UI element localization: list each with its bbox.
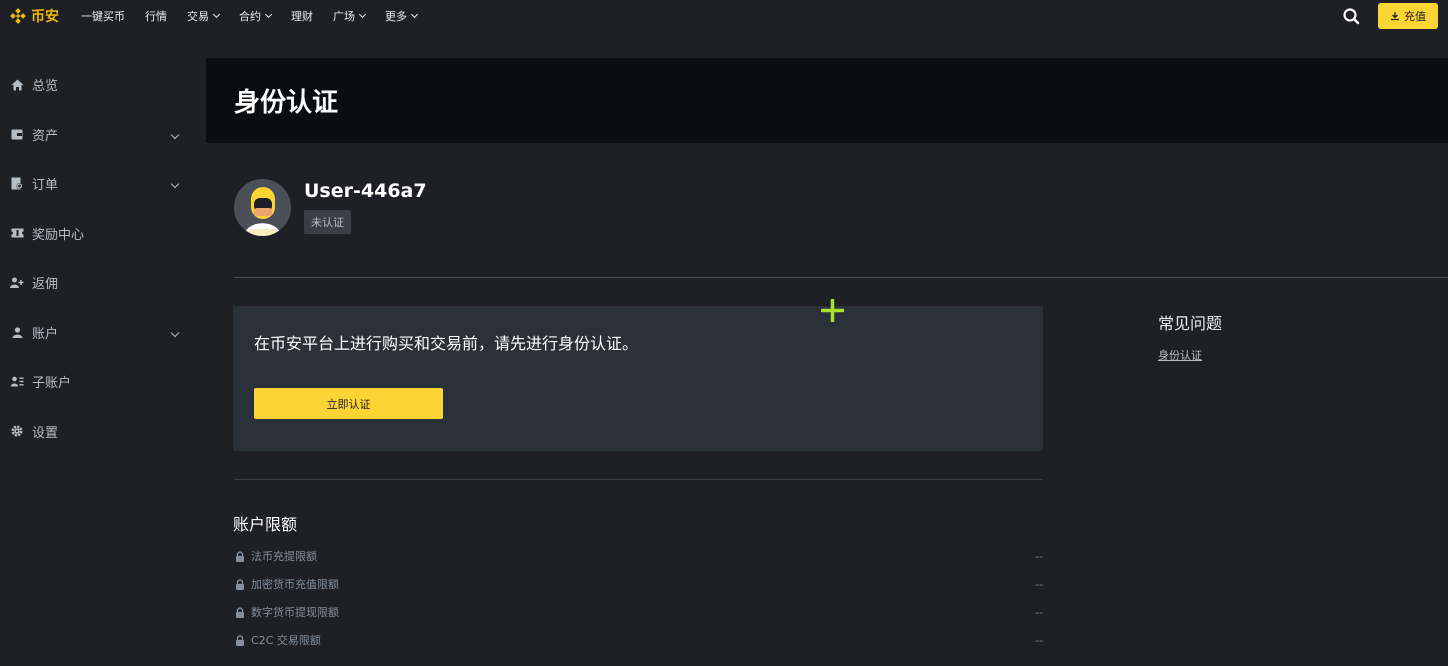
nav-item-buy-crypto[interactable]: 一键买币 — [81, 8, 125, 24]
nav-item-markets[interactable]: 行情 — [145, 8, 167, 24]
deposit-label: 充值 — [1404, 11, 1426, 23]
limit-label: C2C 交易限额 — [251, 634, 321, 647]
sidebar-item-label: 订单 — [32, 178, 59, 194]
sidebar: 总览 资产 订单 奖励中心 返佣 账户 子账户 设置 — [0, 60, 196, 456]
chevron-down-icon — [264, 10, 273, 19]
nav-item-label: 交易 — [187, 10, 209, 23]
limit-value: -- — [1035, 549, 1043, 563]
nav-item-earn[interactable]: 理财 — [291, 8, 313, 24]
binance-logo-icon — [10, 8, 26, 24]
sidebar-item-assets[interactable]: 资产 — [0, 110, 196, 160]
divider — [234, 479, 1043, 480]
chevron-down-icon — [358, 10, 367, 19]
gear-icon — [10, 424, 24, 438]
limit-label: 法币充提限额 — [251, 550, 317, 563]
chevron-down-icon[interactable] — [170, 130, 180, 139]
avatar — [234, 179, 291, 236]
nav-item-trade[interactable]: 交易 — [187, 8, 221, 24]
nav-item-label: 广场 — [333, 10, 355, 23]
limit-row-crypto-deposit: 加密货币充值限额 -- — [235, 576, 1043, 592]
nav-item-label: 更多 — [385, 10, 407, 23]
nav-item-label: 行情 — [145, 10, 167, 23]
sidebar-item-account[interactable]: 账户 — [0, 308, 196, 358]
sidebar-item-label: 子账户 — [32, 376, 72, 392]
sidebar-item-settings[interactable]: 设置 — [0, 407, 196, 457]
nav-item-square[interactable]: 广场 — [333, 8, 367, 24]
sidebar-item-rewards[interactable]: 奖励中心 — [0, 209, 196, 259]
nav-item-more[interactable]: 更多 — [385, 8, 419, 24]
top-right-actions: 充值 — [1342, 3, 1438, 29]
verification-prompt-card: 在币安平台上进行购买和交易前，请先进行身份认证。 立即认证 — [233, 306, 1043, 451]
limit-value: -- — [1035, 633, 1043, 647]
sidebar-item-label: 设置 — [32, 425, 59, 441]
limit-label: 加密货币充值限额 — [251, 578, 339, 591]
nav-item-label: 理财 — [291, 10, 313, 23]
move-cursor-icon — [821, 299, 844, 322]
limit-value: -- — [1035, 577, 1043, 591]
sidebar-item-orders[interactable]: 订单 — [0, 159, 196, 209]
sub-accounts-icon — [10, 375, 24, 389]
wallet-icon — [10, 127, 24, 141]
lock-icon — [236, 550, 244, 562]
chevron-down-icon — [212, 10, 221, 19]
nav-item-label: 合约 — [239, 10, 261, 23]
sidebar-item-label: 账户 — [32, 326, 59, 342]
limit-row-crypto-withdraw: 数字货币提现限额 -- — [235, 604, 1043, 620]
chevron-down-icon — [410, 10, 419, 19]
add-user-icon — [10, 276, 24, 290]
top-navbar: 币安 一键买币 行情 交易 合约 理财 广场 更多 充值 — [0, 0, 1448, 32]
limit-value: -- — [1035, 605, 1043, 619]
search-icon[interactable] — [1342, 7, 1360, 25]
verification-message: 在币安平台上进行购买和交易前，请先进行身份认证。 — [254, 334, 639, 353]
faq-link-identity-verification[interactable]: 身份认证 — [1158, 347, 1202, 363]
account-limits-title: 账户限额 — [233, 515, 298, 534]
user-icon — [10, 325, 24, 339]
sidebar-item-label: 奖励中心 — [32, 227, 85, 243]
lock-icon — [236, 634, 244, 646]
sidebar-item-referral[interactable]: 返佣 — [0, 258, 196, 308]
page-title: 身份认证 — [234, 88, 339, 118]
sidebar-item-label: 总览 — [32, 79, 59, 95]
chevron-down-icon[interactable] — [170, 179, 180, 189]
nav-item-label: 一键买币 — [81, 10, 125, 23]
faq-title: 常见问题 — [1158, 314, 1223, 333]
sidebar-item-sub-accounts[interactable]: 子账户 — [0, 357, 196, 407]
page-header: 身份认证 — [206, 58, 1448, 143]
orders-icon — [10, 177, 24, 191]
sidebar-item-label: 返佣 — [32, 277, 59, 293]
deposit-button[interactable]: 充值 — [1378, 3, 1438, 29]
download-icon — [1391, 12, 1399, 21]
verify-now-button[interactable]: 立即认证 — [254, 388, 443, 419]
divider — [234, 277, 1448, 278]
limit-row-c2c: C2C 交易限额 -- — [235, 632, 1043, 648]
verification-status-badge: 未认证 — [304, 210, 351, 234]
ticket-icon — [10, 226, 24, 240]
nav-item-futures[interactable]: 合约 — [239, 8, 273, 24]
username: User-446a7 — [304, 180, 427, 202]
home-icon — [10, 78, 24, 92]
sidebar-item-label: 资产 — [32, 128, 59, 144]
sidebar-item-overview[interactable]: 总览 — [0, 60, 196, 110]
limit-row-fiat: 法币充提限额 -- — [235, 548, 1043, 564]
chevron-down-icon[interactable] — [170, 328, 180, 337]
brand-name: 币安 — [31, 9, 59, 25]
avatar-image — [234, 179, 291, 236]
lock-icon — [236, 606, 244, 618]
lock-icon — [236, 578, 244, 590]
main-nav: 一键买币 行情 交易 合约 理财 广场 更多 — [81, 8, 437, 24]
brand-logo[interactable]: 币安 — [8, 6, 59, 26]
limit-label: 数字货币提现限额 — [251, 606, 339, 619]
